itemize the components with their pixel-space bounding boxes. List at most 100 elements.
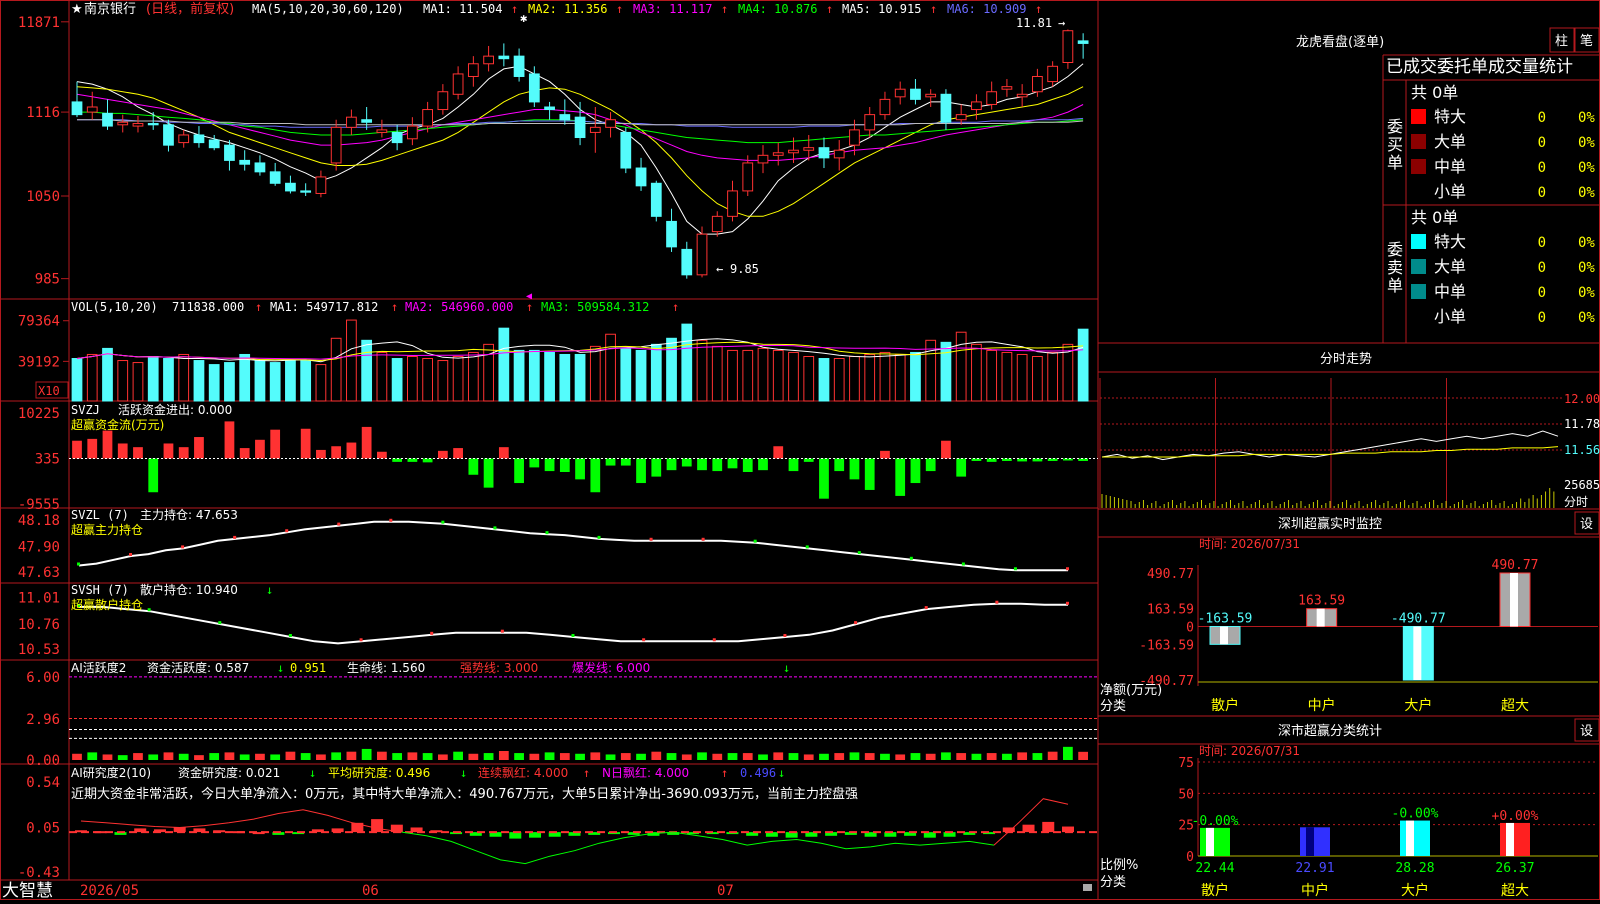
svzl-dot bbox=[77, 562, 80, 566]
volume-bar bbox=[955, 331, 967, 402]
flow-bar bbox=[819, 458, 829, 499]
svsh-dot bbox=[712, 638, 716, 642]
svzj-y-ticks: 10225 335 -9555 bbox=[18, 406, 60, 513]
period-label[interactable]: (日线，前复权) bbox=[146, 1, 234, 17]
volume-bar bbox=[620, 347, 632, 402]
active-bar bbox=[803, 754, 814, 760]
svzj-pane[interactable]: 10225 335 -9555 SVZJ 活跃资金进出: 0.000 超赢资金流(万… bbox=[18, 402, 1098, 513]
candlesticks[interactable] bbox=[71, 29, 1089, 279]
volume-bar bbox=[178, 353, 190, 402]
svzl-pane[interactable]: 48.18 47.90 47.63 SVZL (7) 主力持仓: 47.653 超赢… bbox=[18, 507, 1069, 581]
chart-canvas[interactable]: 11871 1116 1050 985 ✱ ★ 南京银行 (日线，前复权) MA(5,… bbox=[0, 0, 1600, 901]
sell-swatch-2 bbox=[1411, 284, 1426, 299]
volume-bars bbox=[71, 319, 1089, 402]
price-tick-1: 1116 bbox=[26, 105, 60, 121]
active-bar bbox=[529, 753, 540, 760]
svsh-pane[interactable]: 11.0110.7610.53 SVSH (7) 散户持仓: 10.940 ↓ … bbox=[18, 582, 1069, 658]
volume-bar bbox=[269, 362, 281, 402]
price-tick-2: 1050 bbox=[26, 189, 60, 205]
sell-swatch-1 bbox=[1411, 259, 1426, 274]
svzl-dot bbox=[909, 556, 913, 560]
svzl-dot bbox=[389, 518, 393, 522]
classify-category-0: 散户 bbox=[1201, 882, 1229, 899]
active-bar bbox=[87, 752, 98, 760]
classify-value-2: 28.28 bbox=[1395, 861, 1434, 876]
classify-tick-3: 0 bbox=[1186, 850, 1194, 865]
active-bar bbox=[422, 753, 433, 760]
price-tick-0: 11871 bbox=[18, 15, 60, 31]
ai2-legend-4: N日飘红: 4.000 bbox=[602, 765, 689, 780]
monitor-panel[interactable]: 深圳超赢实时监控 设 时间: 2026/07/31 490.77163.590-… bbox=[1100, 511, 1600, 714]
sell-zero-1: 0 bbox=[1538, 260, 1546, 276]
candle-body bbox=[208, 139, 220, 149]
svzl-line bbox=[77, 518, 1069, 572]
vol-unit: X10 bbox=[38, 384, 60, 398]
research-bar bbox=[1022, 824, 1035, 833]
active-bar bbox=[483, 753, 494, 760]
vol-ma3: MA3: 509584.312 bbox=[541, 300, 649, 314]
dragon-tabs[interactable]: 已成交委托单成交量统计 bbox=[1386, 57, 1573, 77]
lock-icon[interactable] bbox=[1083, 884, 1092, 891]
intraday-panel[interactable]: 分时走势 12.00 11.78 11.56 25685 分时 bbox=[1099, 351, 1600, 509]
svsh-title: SVSH (7) bbox=[71, 583, 129, 597]
volume-bar bbox=[117, 360, 129, 402]
candle-body bbox=[193, 134, 205, 144]
candle-body bbox=[955, 114, 967, 121]
svsh-dot bbox=[430, 631, 434, 635]
candle-body bbox=[452, 73, 464, 95]
volume-pane[interactable]: 79364 39192 VOL(5,10,20) 711838.000 ↑ MA1… bbox=[18, 300, 1089, 402]
svzj-tick-2: -9555 bbox=[18, 497, 60, 513]
active-bar bbox=[834, 753, 845, 760]
volume-bar bbox=[391, 358, 403, 402]
stock-name[interactable]: 南京银行 bbox=[84, 1, 136, 17]
date-tick-0: 2026/05 bbox=[80, 883, 139, 899]
volume-bar bbox=[894, 353, 906, 402]
buy-row-2: 中单 bbox=[1434, 157, 1466, 176]
candle-body bbox=[269, 171, 281, 184]
dragon-panel[interactable]: 龙虎看盘(逐单) 柱 笔 已成交委托单成交量统计 委买单委卖单共 0单共 0单特… bbox=[1296, 27, 1600, 326]
ma3-arrow: ↑ bbox=[721, 2, 728, 16]
monitor-category-1: 中户 bbox=[1308, 697, 1336, 714]
ai1-arrow-1: ↓ bbox=[277, 661, 284, 675]
price-pane[interactable]: 11871 1116 1050 985 ✱ ★ 南京银行 (日线，前复权) MA(5,… bbox=[18, 1, 1089, 302]
candle-body bbox=[986, 91, 998, 105]
candle-body bbox=[635, 167, 647, 187]
flow-bar bbox=[453, 448, 463, 459]
intraday-y-1: 11.78 bbox=[1564, 417, 1600, 431]
flow-bar bbox=[803, 458, 814, 462]
ai2-legend-3: 连续飘红: 4.000 bbox=[478, 765, 568, 780]
ma5-arrow: ↑ bbox=[930, 2, 937, 16]
price-y-ticks: 11871 1116 1050 985 bbox=[18, 15, 60, 288]
svsh-dot bbox=[995, 600, 999, 604]
monitor-time: 时间: 2026/07/31 bbox=[1199, 537, 1300, 551]
flow-bar bbox=[788, 458, 799, 472]
active-bar bbox=[209, 753, 220, 760]
candle-body bbox=[1001, 86, 1013, 90]
favorite-icon[interactable]: ★ bbox=[71, 2, 83, 17]
ai-research-pane[interactable]: 0.540.05-0.43 AI研究度2(10) 资金研究度: 0.021 ↓ … bbox=[18, 765, 1098, 881]
active-bar bbox=[575, 753, 585, 760]
monitor-tick-0: 490.77 bbox=[1147, 567, 1194, 582]
monitor-tick-1: 163.59 bbox=[1147, 603, 1194, 618]
classify-panel[interactable]: 深市超赢分类统计 设 时间: 2026/07/31 7550250-0.00%2… bbox=[1100, 718, 1600, 899]
volume-bar bbox=[544, 351, 555, 402]
flow-bar bbox=[117, 443, 128, 459]
monitor-category-0: 散户 bbox=[1211, 697, 1239, 714]
ai-active-pane[interactable]: 6.00 2.96 0.00 AI活跃度2 资金活跃度: 0.587 ↓ 0.951… bbox=[26, 660, 1098, 769]
active-bar bbox=[941, 752, 951, 760]
ma-params: MA(5,10,20,30,60,120) bbox=[252, 2, 404, 16]
active-bar bbox=[1063, 746, 1073, 760]
svzl-dot bbox=[701, 537, 705, 541]
candle-body bbox=[315, 176, 327, 194]
flow-bar bbox=[544, 458, 555, 472]
volume-bar bbox=[910, 351, 921, 402]
flow-bar bbox=[178, 447, 189, 459]
candle-body bbox=[849, 129, 860, 146]
buy-zero-3: 0 bbox=[1538, 185, 1546, 201]
svzl-title: SVZL (7) bbox=[71, 508, 129, 522]
svzl-tick-2: 47.63 bbox=[18, 565, 60, 581]
classify-settings-label: 设 bbox=[1580, 724, 1593, 739]
monitor-axis-label-0: 净额(万元) bbox=[1100, 683, 1162, 698]
sell-total: 共 0单 bbox=[1411, 208, 1458, 227]
candle-body bbox=[681, 248, 693, 276]
